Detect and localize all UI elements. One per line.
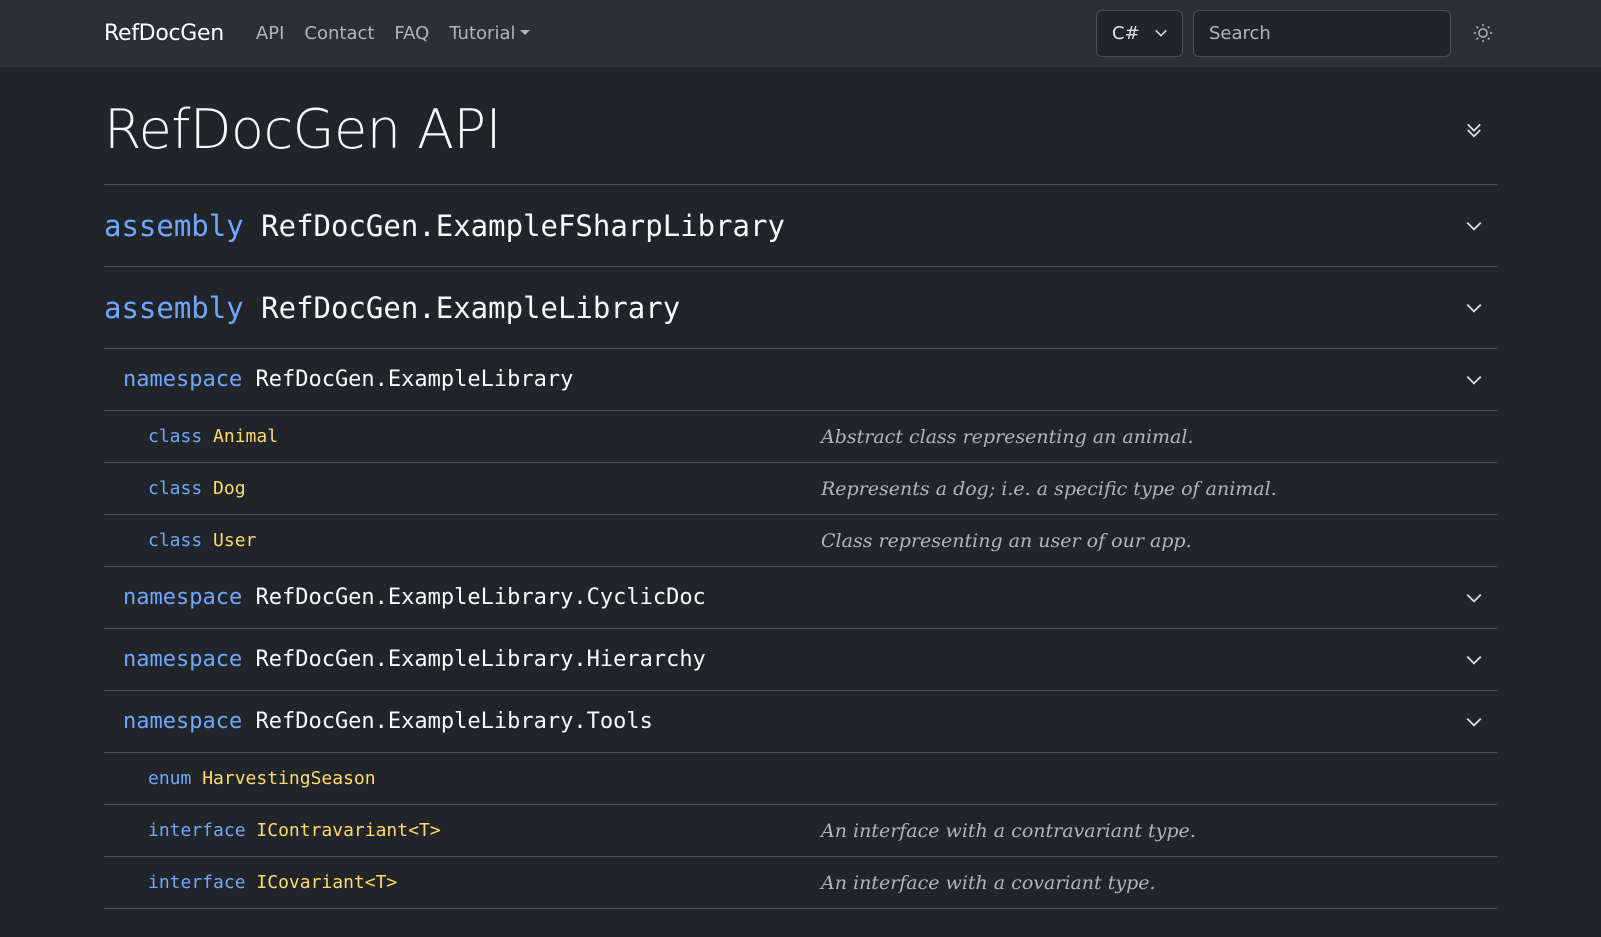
search-input[interactable]: [1193, 9, 1451, 57]
sun-icon: [1473, 23, 1493, 43]
double-chevron-down-icon: [1467, 123, 1481, 137]
type-row: class User Class representing an user of…: [104, 515, 1497, 567]
type-label: enum HarvestingSeason: [148, 768, 821, 789]
assembly-label: assembly RefDocGen.ExampleLibrary: [104, 291, 680, 325]
nav-link-tutorial-dropdown[interactable]: Tutorial: [449, 23, 530, 44]
chevron-down-icon: [1466, 221, 1482, 231]
top-navbar: RefDocGen API Contact FAQ Tutorial C#: [0, 0, 1601, 67]
page-header: RefDocGen API: [104, 67, 1497, 185]
namespace-keyword: namespace: [123, 647, 243, 672]
namespace-name[interactable]: RefDocGen.ExampleLibrary.CyclicDoc: [255, 585, 705, 610]
type-name-link[interactable]: User: [213, 530, 256, 551]
type-name-link[interactable]: Dog: [213, 478, 246, 499]
type-row: interface ICovariant<T> An interface wit…: [104, 857, 1497, 909]
main-content: RefDocGen API assembly RefDocGen.Example…: [0, 67, 1601, 909]
type-kind: class: [148, 530, 203, 551]
type-description: An interface with a covariant type.: [821, 871, 1156, 894]
chevron-down-icon: [1466, 717, 1482, 727]
namespace-label: namespace RefDocGen.ExampleLibrary.Tools: [123, 709, 653, 734]
chevron-down-icon: [1466, 655, 1482, 665]
type-kind: class: [148, 478, 203, 499]
namespace-keyword: namespace: [123, 367, 243, 392]
assembly-name[interactable]: RefDocGen.ExampleLibrary: [261, 291, 680, 325]
type-label: class Animal: [148, 426, 821, 447]
type-label: class User: [148, 530, 821, 551]
assembly-row[interactable]: assembly RefDocGen.ExampleLibrary: [104, 267, 1497, 349]
type-kind: enum: [148, 768, 192, 789]
type-label: interface IContravariant<T>: [148, 820, 821, 841]
namespace-name[interactable]: RefDocGen.ExampleLibrary.Hierarchy: [255, 647, 705, 672]
page-title: RefDocGen API: [104, 98, 502, 161]
expand-button[interactable]: [1463, 297, 1485, 319]
namespace-label: namespace RefDocGen.ExampleLibrary: [123, 367, 573, 392]
namespace-keyword: namespace: [123, 709, 243, 734]
theme-toggle-button[interactable]: [1469, 19, 1497, 47]
language-select-value: C#: [1112, 22, 1140, 44]
namespace-row[interactable]: namespace RefDocGen.ExampleLibrary.Hiera…: [104, 629, 1497, 691]
namespace-name[interactable]: RefDocGen.ExampleLibrary.Tools: [255, 709, 652, 734]
assembly-row[interactable]: assembly RefDocGen.ExampleFSharpLibrary: [104, 185, 1497, 267]
type-row: class Dog Represents a dog; i.e. a speci…: [104, 463, 1497, 515]
namespace-row[interactable]: namespace RefDocGen.ExampleLibrary: [104, 349, 1497, 411]
chevron-down-icon: [1466, 375, 1482, 385]
type-description: An interface with a contravariant type.: [821, 819, 1196, 842]
namespace-label: namespace RefDocGen.ExampleLibrary.Cycli…: [123, 585, 706, 610]
type-row: class Animal Abstract class representing…: [104, 411, 1497, 463]
type-name-link[interactable]: HarvestingSeason: [202, 768, 375, 789]
type-name-link[interactable]: Animal: [213, 426, 278, 447]
type-description: Class representing an user of our app.: [821, 529, 1192, 552]
expand-button[interactable]: [1463, 215, 1485, 237]
nav-link-api[interactable]: API: [256, 23, 284, 44]
type-kind: interface: [148, 872, 246, 893]
namespace-row[interactable]: namespace RefDocGen.ExampleLibrary.Cycli…: [104, 567, 1497, 629]
type-row: enum HarvestingSeason: [104, 753, 1497, 805]
namespace-name[interactable]: RefDocGen.ExampleLibrary: [255, 367, 573, 392]
nav-link-contact[interactable]: Contact: [304, 23, 374, 44]
type-kind: class: [148, 426, 203, 447]
chevron-down-icon: [1466, 303, 1482, 313]
chevron-down-icon: [1155, 29, 1167, 37]
namespace-keyword: namespace: [123, 585, 243, 610]
nav-link-faq[interactable]: FAQ: [394, 23, 429, 44]
assembly-name[interactable]: RefDocGen.ExampleFSharpLibrary: [261, 209, 785, 243]
assembly-keyword: assembly: [104, 208, 244, 243]
expand-button[interactable]: [1463, 369, 1485, 391]
type-kind: interface: [148, 820, 246, 841]
type-description: Abstract class representing an animal.: [821, 425, 1194, 448]
type-description: Represents a dog; i.e. a specific type o…: [821, 477, 1277, 500]
brand-link[interactable]: RefDocGen: [104, 21, 224, 46]
expand-button[interactable]: [1463, 711, 1485, 733]
expand-button[interactable]: [1463, 649, 1485, 671]
type-label: interface ICovariant<T>: [148, 872, 821, 893]
type-name-link[interactable]: ICovariant<T>: [256, 872, 397, 893]
type-row: interface IContravariant<T> An interface…: [104, 805, 1497, 857]
type-name-link[interactable]: IContravariant<T>: [256, 820, 440, 841]
namespace-label: namespace RefDocGen.ExampleLibrary.Hiera…: [123, 647, 706, 672]
language-select[interactable]: C#: [1096, 9, 1183, 57]
assembly-keyword: assembly: [104, 290, 244, 325]
expand-button[interactable]: [1463, 587, 1485, 609]
type-label: class Dog: [148, 478, 821, 499]
assembly-label: assembly RefDocGen.ExampleFSharpLibrary: [104, 209, 785, 243]
chevron-down-icon: [1466, 593, 1482, 603]
namespace-row[interactable]: namespace RefDocGen.ExampleLibrary.Tools: [104, 691, 1497, 753]
collapse-all-button[interactable]: [1463, 119, 1485, 141]
